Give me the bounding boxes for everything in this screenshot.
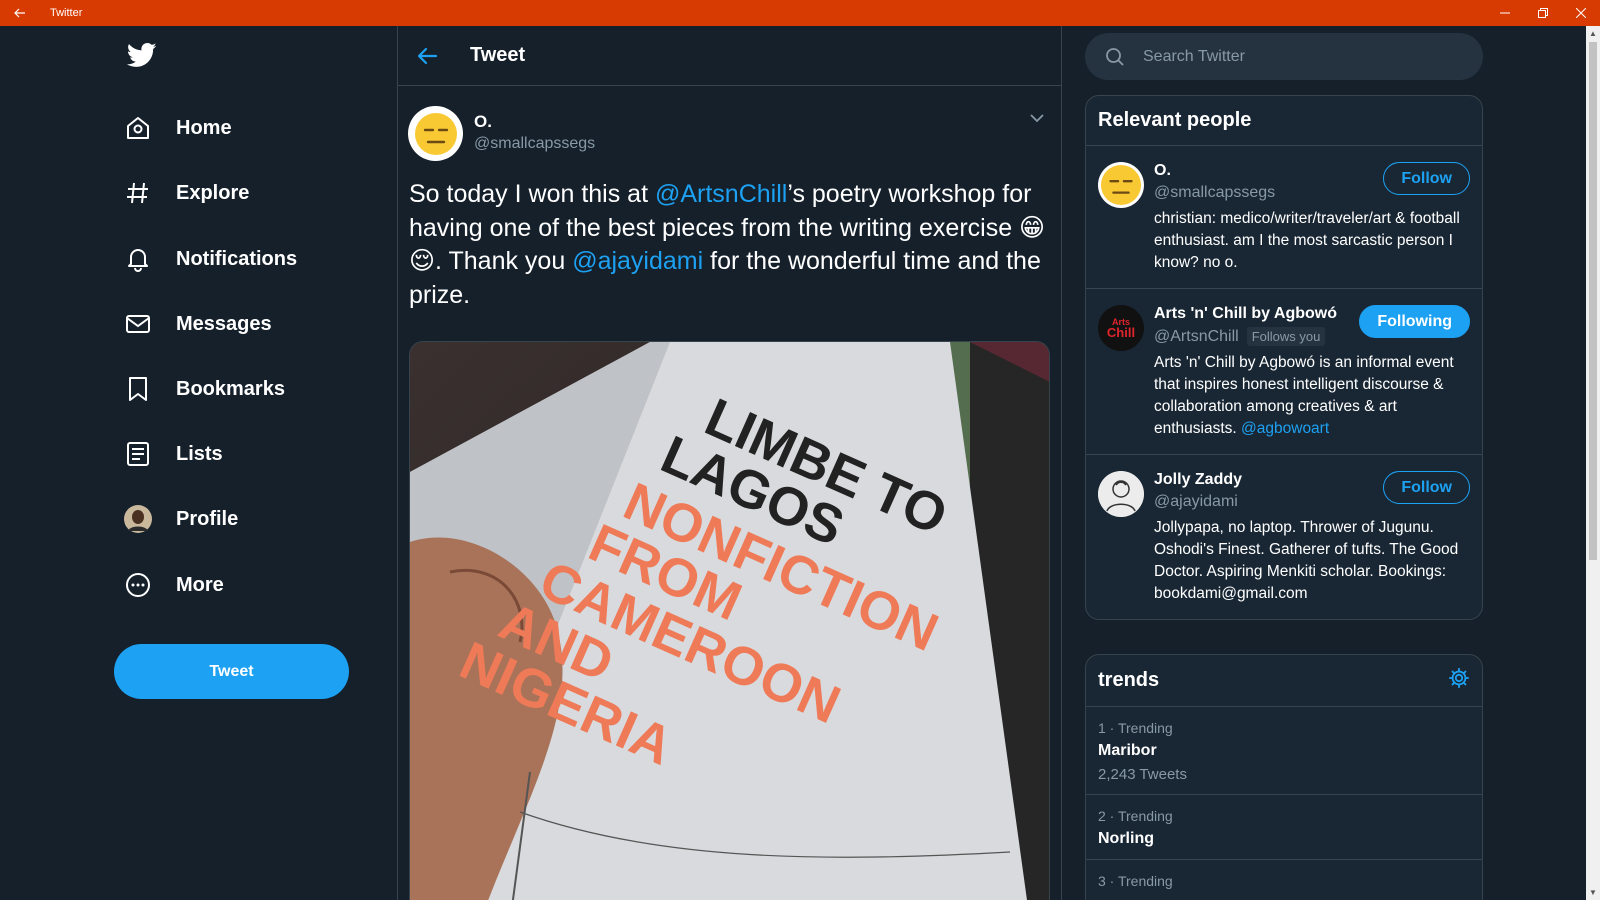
avatar — [124, 505, 152, 533]
nav-label: Profile — [176, 507, 239, 530]
nav-item-profile[interactable]: Profile — [124, 497, 238, 541]
avatar[interactable] — [408, 106, 463, 161]
arrow-left-icon — [417, 47, 438, 64]
gear-icon — [1448, 667, 1470, 689]
nav-item-explore[interactable]: Explore — [124, 171, 249, 215]
tweet-text-part: So today I won this at — [409, 180, 655, 208]
bookmark-icon — [124, 375, 152, 403]
person-bio: Arts 'n' Chill by Agbowó is an informal … — [1154, 352, 1470, 440]
title-bar: Twitter — [0, 0, 1600, 26]
follow-button[interactable]: Follow — [1383, 162, 1470, 195]
tweet-options-button[interactable] — [1029, 110, 1045, 131]
avatar[interactable]: Arts Chill — [1098, 305, 1144, 351]
mention-link[interactable]: @ajayidami — [572, 247, 703, 275]
trends-title: trends — [1098, 669, 1160, 691]
trend-name: Norling — [1098, 830, 1154, 847]
nav-item-more[interactable]: More — [124, 563, 224, 607]
search-box[interactable] — [1085, 33, 1483, 80]
expressionless-face-icon — [1100, 164, 1142, 206]
minimize-button[interactable] — [1486, 0, 1524, 26]
chevron-down-icon — [1030, 114, 1044, 123]
arts-n-chill-logo: ArtsChill — [1098, 305, 1144, 351]
close-icon — [1576, 8, 1586, 18]
following-button[interactable]: Following — [1359, 305, 1470, 338]
person-card[interactable]: O. @smallcapssegs christian: medico/writ… — [1086, 146, 1482, 289]
tweet-author: O. @smallcapssegs — [408, 106, 595, 161]
relevant-people-panel: Relevant people O. @smallcapssegs christ… — [1085, 95, 1483, 620]
tweet-photo[interactable]: LIMBE TO LAGOS NONFICTION FROM CAMEROON … — [409, 341, 1050, 900]
main-header: Tweet — [398, 26, 1061, 86]
nav-item-home[interactable]: Home — [124, 106, 232, 150]
panel-title: Relevant people — [1086, 96, 1482, 146]
settings-button[interactable] — [1448, 667, 1470, 694]
nav-label: Notifications — [176, 247, 298, 270]
follow-button[interactable]: Follow — [1383, 471, 1470, 504]
home-icon — [124, 114, 152, 142]
trend-item[interactable]: 1 · Trending Maribor 2,243 Tweets — [1086, 707, 1482, 795]
nav-label: Messages — [176, 312, 272, 335]
nav-item-messages[interactable]: Messages — [124, 302, 272, 346]
restore-icon — [1538, 8, 1548, 18]
window-title: Twitter — [50, 7, 83, 19]
scrollbar[interactable]: ▲ ▼ — [1586, 26, 1600, 900]
minimize-icon — [1500, 12, 1510, 14]
bell-icon — [124, 245, 152, 273]
avatar[interactable] — [1098, 471, 1144, 517]
trend-meta: 1 · Trending — [1098, 720, 1173, 736]
main-column: Tweet O. @smallcapssegs So today I won t… — [398, 26, 1062, 900]
hashtag-icon — [124, 179, 152, 207]
search-icon — [1106, 47, 1124, 66]
expressionless-face-icon — [414, 112, 457, 155]
nav-item-bookmarks[interactable]: Bookmarks — [124, 367, 285, 411]
search-input[interactable] — [1143, 47, 1463, 66]
trend-meta: 3 · Trending — [1098, 873, 1173, 889]
close-button[interactable] — [1562, 0, 1600, 26]
person-handle[interactable]: @ajayidami — [1154, 493, 1238, 511]
trend-count: 2,243 Tweets — [1098, 766, 1187, 783]
trends-panel: trends 1 · Trending Maribor 2,243 Tweets… — [1085, 654, 1483, 900]
mail-icon — [124, 310, 152, 338]
scroll-thumb[interactable] — [1589, 42, 1597, 560]
nav-item-notifications[interactable]: Notifications — [124, 237, 297, 281]
person-card[interactable]: Arts Chill Arts 'n' Chill by Agbowó @Arts… — [1086, 289, 1482, 455]
window-back-button[interactable] — [0, 0, 40, 26]
author-name[interactable]: O. — [474, 112, 595, 132]
person-bio: christian: medico/writer/traveler/art & … — [1154, 210, 1460, 271]
tweet-text: So today I won this at @ArtsnChill’s poe… — [409, 178, 1049, 312]
list-icon — [124, 440, 152, 468]
trend-meta: 2 · Trending — [1098, 808, 1173, 824]
person-handle[interactable]: @smallcapssegs — [1154, 184, 1275, 202]
mention-link[interactable]: @agbowoart — [1241, 420, 1329, 437]
trend-item[interactable]: 3 · Trending — [1086, 860, 1482, 900]
nav-label: Home — [176, 116, 232, 139]
book-photo: LIMBE TO LAGOS NONFICTION FROM CAMEROON … — [410, 342, 1049, 900]
more-icon — [124, 571, 152, 599]
follows-you-badge: Follows you — [1246, 327, 1326, 346]
back-button[interactable] — [412, 41, 442, 71]
person-bio: Jollypapa, no laptop. Thrower of Jugunu.… — [1154, 519, 1459, 602]
nav-label: Lists — [176, 442, 223, 465]
scroll-down-icon[interactable]: ▼ — [1589, 888, 1597, 897]
twitter-logo-icon[interactable] — [125, 40, 159, 70]
mention-link[interactable]: @ArtsnChill — [655, 180, 787, 208]
nav-label: Explore — [176, 181, 250, 204]
avatar[interactable] — [1098, 162, 1144, 208]
left-nav: Home Explore Notifications Messages Book… — [0, 26, 398, 900]
nav-label: Bookmarks — [176, 377, 285, 400]
trend-name: Maribor — [1098, 742, 1157, 759]
nav-label: More — [176, 573, 224, 596]
nav-item-lists[interactable]: Lists — [124, 432, 223, 476]
tweet-button[interactable]: Tweet — [114, 644, 349, 699]
person-handle[interactable]: @ArtsnChill — [1154, 328, 1239, 346]
svg-text:Chill: Chill — [1107, 325, 1135, 340]
arrow-left-icon — [14, 8, 25, 18]
trend-item[interactable]: 2 · Trending Norling — [1086, 795, 1482, 860]
restore-button[interactable] — [1524, 0, 1562, 26]
page-title: Tweet — [470, 44, 526, 66]
person-card[interactable]: Jolly Zaddy @ajayidami Jollypapa, no lap… — [1086, 455, 1482, 619]
person-sketch-icon — [1098, 471, 1144, 517]
author-handle[interactable]: @smallcapssegs — [474, 135, 595, 153]
scroll-up-icon[interactable]: ▲ — [1589, 29, 1597, 38]
